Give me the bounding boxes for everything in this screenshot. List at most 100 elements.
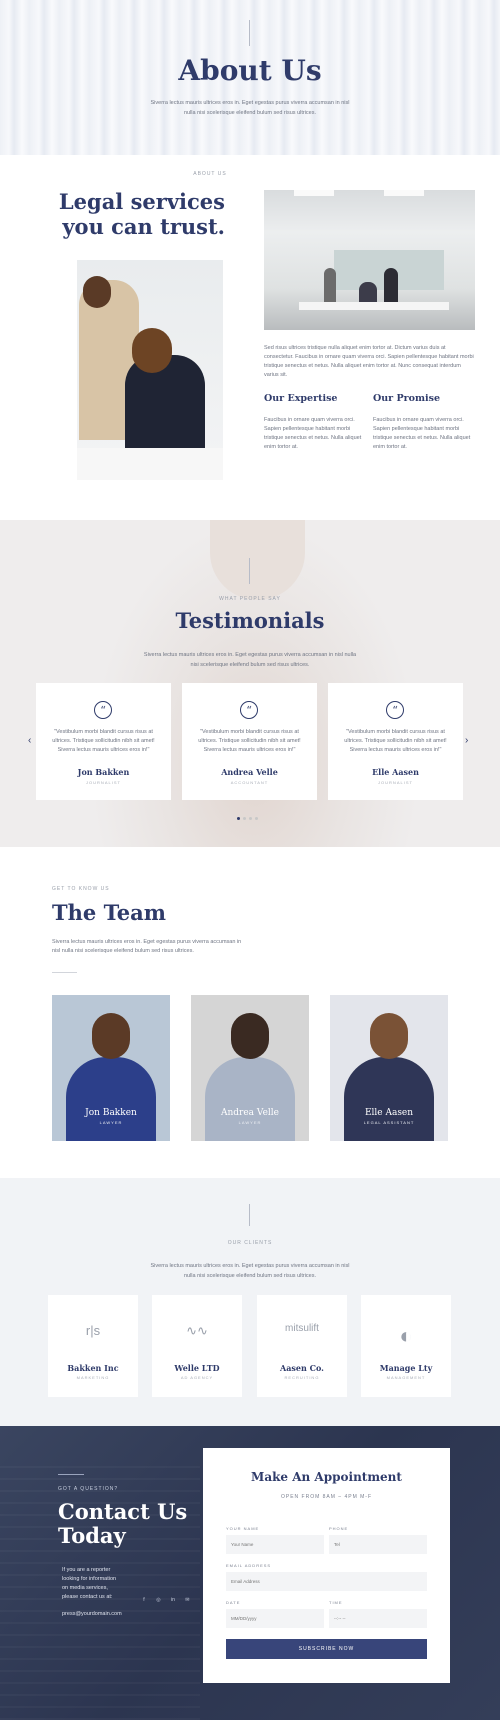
- contact-divider: [58, 1474, 84, 1475]
- client-card: mitsulift Aasen Co. RECRUITING: [257, 1295, 347, 1397]
- testimonial-card: “ "Vestibulum morbi blandit cursus risus…: [36, 683, 171, 800]
- team-title: The Team: [52, 900, 166, 925]
- hero-section: About Us Siverra lectus mauris ultrices …: [0, 0, 500, 155]
- mail-icon[interactable]: ✉: [183, 1597, 191, 1603]
- carousel-dots: [237, 807, 261, 825]
- client-logo-icon: ◐: [399, 1323, 413, 1348]
- client-logo-icon: mitsulift: [285, 1323, 319, 1334]
- phone-field[interactable]: [329, 1535, 427, 1554]
- team-member-card[interactable]: Jon Bakken LAWYER: [52, 995, 170, 1141]
- facebook-icon[interactable]: f: [140, 1597, 148, 1603]
- contact-email-link[interactable]: press@yourdomain.com: [62, 1611, 122, 1617]
- form-hours: OPEN FROM 8AM – 4PM M-F: [280, 1494, 373, 1500]
- hero-text: Siverra lectus mauris ultrices eros in. …: [150, 100, 350, 116]
- team-subtitle: Siverra lectus mauris ultrices eros in. …: [52, 939, 242, 954]
- member-role: LEGAL ASSISTANT: [363, 1120, 415, 1125]
- client-name: Bakken Inc: [67, 1363, 119, 1373]
- quote-icon: “: [386, 701, 404, 719]
- testimonial-name: Elle Aasen: [372, 767, 419, 777]
- member-photo: [344, 1057, 434, 1141]
- testimonial-card: “ "Vestibulum morbi blandit cursus risus…: [182, 683, 317, 800]
- form-title: Make An Appointment: [251, 1470, 402, 1484]
- carousel-dot[interactable]: [243, 817, 246, 820]
- feature-title: Our Expertise: [264, 393, 338, 404]
- testimonials-subtitle: Siverra lectus mauris ultrices eros in. …: [143, 652, 357, 668]
- email-label: EMAIL ADDRESS: [226, 1563, 272, 1568]
- member-photo: [205, 1057, 295, 1141]
- team-member-card[interactable]: Andrea Velle LAWYER: [191, 995, 309, 1141]
- office-team-photo: [264, 190, 475, 330]
- member-name: Elle Aasen: [364, 1108, 414, 1118]
- testimonial-role: ACCOUNTANT: [230, 780, 269, 785]
- member-name: Andrea Velle: [221, 1108, 279, 1118]
- hero-divider: [249, 20, 250, 46]
- client-name: Welle LTD: [174, 1363, 220, 1373]
- feature-promise: Our Promise Faucibus in ornare quam vive…: [373, 393, 473, 452]
- testimonials-title: Testimonials: [175, 608, 325, 633]
- testimonials-divider: [249, 558, 250, 584]
- feature-title: Our Promise: [373, 393, 441, 404]
- social-links: f ◎ in ✉: [140, 1588, 193, 1606]
- time-field[interactable]: [329, 1609, 427, 1628]
- about-body: Sed risus ultrices tristique nulla aliqu…: [264, 345, 474, 378]
- carousel-dot[interactable]: [255, 817, 258, 820]
- client-type: MARKETING: [76, 1375, 110, 1380]
- client-type: RECRUITING: [284, 1375, 320, 1380]
- colleagues-photo: [77, 260, 223, 480]
- team-member-card[interactable]: Elle Aasen LEGAL ASSISTANT: [330, 995, 448, 1141]
- appointment-form: Make An Appointment OPEN FROM 8AM – 4PM …: [203, 1448, 450, 1683]
- client-type: AD AGENCY: [180, 1375, 214, 1380]
- testimonial-role: JOURNALIST: [378, 780, 413, 785]
- carousel-prev-arrow[interactable]: ‹: [28, 735, 31, 746]
- phone-label: PHONE: [329, 1526, 349, 1531]
- contact-kicker: GOT A QUESTION?: [58, 1486, 119, 1492]
- clients-section: OUR CLIENTS Siverra lectus mauris ultric…: [0, 1178, 500, 1426]
- client-name: Aasen Co.: [280, 1363, 324, 1373]
- email-field[interactable]: [226, 1572, 427, 1591]
- subscribe-button[interactable]: SUBSCRIBE NOW: [226, 1639, 427, 1659]
- team-divider: [52, 972, 77, 973]
- linkedin-icon[interactable]: in: [169, 1597, 177, 1603]
- client-logo-icon: ∿∿: [186, 1323, 208, 1338]
- feature-text: Faucibus in ornare quam viverra orci. Sa…: [373, 417, 471, 450]
- team-label: GET TO KNOW US: [52, 886, 110, 892]
- contact-info: If you are a reporter looking for inform…: [62, 1567, 117, 1600]
- testimonials-label: WHAT PEOPLE SAY: [219, 596, 281, 602]
- member-role: LAWYER: [238, 1120, 262, 1125]
- clients-divider: [249, 1204, 250, 1226]
- contact-title: Contact Us Today: [58, 1499, 188, 1548]
- member-name: Jon Bakken: [85, 1108, 137, 1118]
- member-photo: [66, 1057, 156, 1141]
- client-name: Manage Lty: [379, 1363, 433, 1373]
- date-field[interactable]: [226, 1609, 324, 1628]
- member-role: LAWYER: [99, 1120, 123, 1125]
- clients-subtitle: Siverra lectus mauris ultrices eros in. …: [150, 1263, 350, 1279]
- about-label: ABOUT US: [193, 171, 227, 177]
- client-card: ◐ Manage Lty MANAGEMENT: [361, 1295, 451, 1397]
- quote-icon: “: [240, 701, 258, 719]
- client-type: MANAGEMENT: [386, 1375, 426, 1380]
- testimonial-name: Jon Bakken: [77, 767, 130, 777]
- about-title: Legal services you can trust.: [58, 189, 225, 239]
- name-label: YOUR NAME: [226, 1526, 260, 1531]
- testimonial-role: JOURNALIST: [86, 780, 121, 785]
- testimonials-section: WHAT PEOPLE SAY Testimonials Siverra lec…: [0, 520, 500, 847]
- feature-expertise: Our Expertise Faucibus in ornare quam vi…: [264, 393, 364, 452]
- instagram-icon[interactable]: ◎: [154, 1597, 162, 1603]
- testimonial-quote: "Vestibulum morbi blandit cursus risus a…: [344, 729, 447, 753]
- client-card: ∿∿ Welle LTD AD AGENCY: [152, 1295, 242, 1397]
- carousel-dot[interactable]: [237, 817, 240, 820]
- name-field[interactable]: [226, 1535, 324, 1554]
- client-logo-icon: r|s: [85, 1323, 101, 1338]
- testimonial-name: Andrea Velle: [221, 767, 278, 777]
- date-label: DATE: [226, 1600, 241, 1605]
- feature-text: Faucibus in ornare quam viverra orci. Sa…: [264, 417, 362, 450]
- carousel-next-arrow[interactable]: ›: [465, 735, 468, 746]
- testimonial-card: “ "Vestibulum morbi blandit cursus risus…: [328, 683, 463, 800]
- time-label: TIME: [329, 1600, 343, 1605]
- clients-label: OUR CLIENTS: [227, 1240, 273, 1246]
- quote-icon: “: [94, 701, 112, 719]
- carousel-dot[interactable]: [249, 817, 252, 820]
- testimonial-quote: "Vestibulum morbi blandit cursus risus a…: [198, 729, 301, 753]
- testimonial-quote: "Vestibulum morbi blandit cursus risus a…: [52, 729, 155, 753]
